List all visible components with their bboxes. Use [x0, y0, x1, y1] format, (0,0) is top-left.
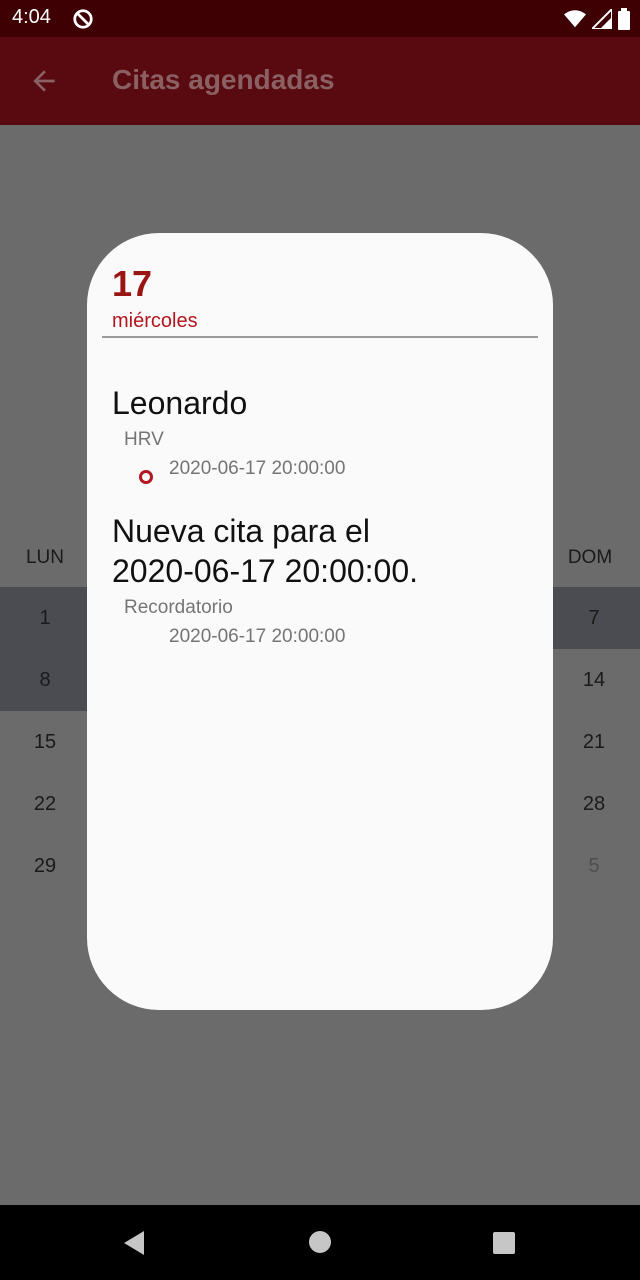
calendar-day[interactable]: 22: [0, 793, 90, 816]
event-type: Recordatorio: [124, 597, 233, 618]
nav-recents-icon[interactable]: [493, 1232, 515, 1254]
event-title-line-2: 2020-06-17 20:00:00.: [112, 553, 419, 589]
calendar-header-sun: DOM: [567, 547, 613, 568]
calendar-day-next-month[interactable]: 5: [549, 855, 639, 878]
signal-icon: [592, 9, 612, 29]
nav-back-icon[interactable]: [122, 1230, 146, 1256]
dialog-day-name: miércoles: [112, 310, 198, 332]
calendar-day[interactable]: 1: [0, 607, 90, 630]
sync-off-icon: [73, 9, 93, 29]
event-type: HRV: [124, 429, 164, 450]
back-arrow-icon[interactable]: [28, 65, 60, 97]
dialog-day-number: 17: [112, 263, 153, 304]
battery-icon: [618, 8, 630, 30]
event-datetime: 2020-06-17 20:00:00: [169, 458, 346, 479]
calendar-day[interactable]: 28: [549, 793, 639, 816]
status-bar: 4:04: [0, 0, 640, 37]
event-datetime: 2020-06-17 20:00:00: [169, 626, 346, 647]
wifi-icon: [564, 10, 586, 28]
status-time: 4:04: [12, 6, 51, 28]
page-title: Citas agendadas: [112, 64, 335, 95]
calendar-header-mon: LUN: [25, 547, 64, 568]
calendar-day[interactable]: 14: [549, 669, 639, 692]
calendar-day[interactable]: 21: [549, 731, 639, 754]
day-events-dialog: 17 miércoles Leonardo HRV 2020-06-17 20:…: [87, 233, 553, 1010]
nav-home-icon[interactable]: [309, 1231, 331, 1253]
calendar-day[interactable]: 29: [0, 855, 90, 878]
event-title: Leonardo: [112, 385, 248, 421]
app-bar: Citas agendadas: [0, 37, 640, 125]
calendar-day[interactable]: 8: [0, 669, 90, 692]
calendar-day[interactable]: 7: [549, 607, 639, 630]
event-status-dot-icon: [139, 470, 153, 484]
event-title-line-1: Nueva cita para el: [112, 513, 370, 549]
status-icons: [564, 7, 630, 31]
system-nav-bar: [0, 1205, 640, 1280]
divider: [102, 336, 538, 338]
calendar-day[interactable]: 15: [0, 731, 90, 754]
